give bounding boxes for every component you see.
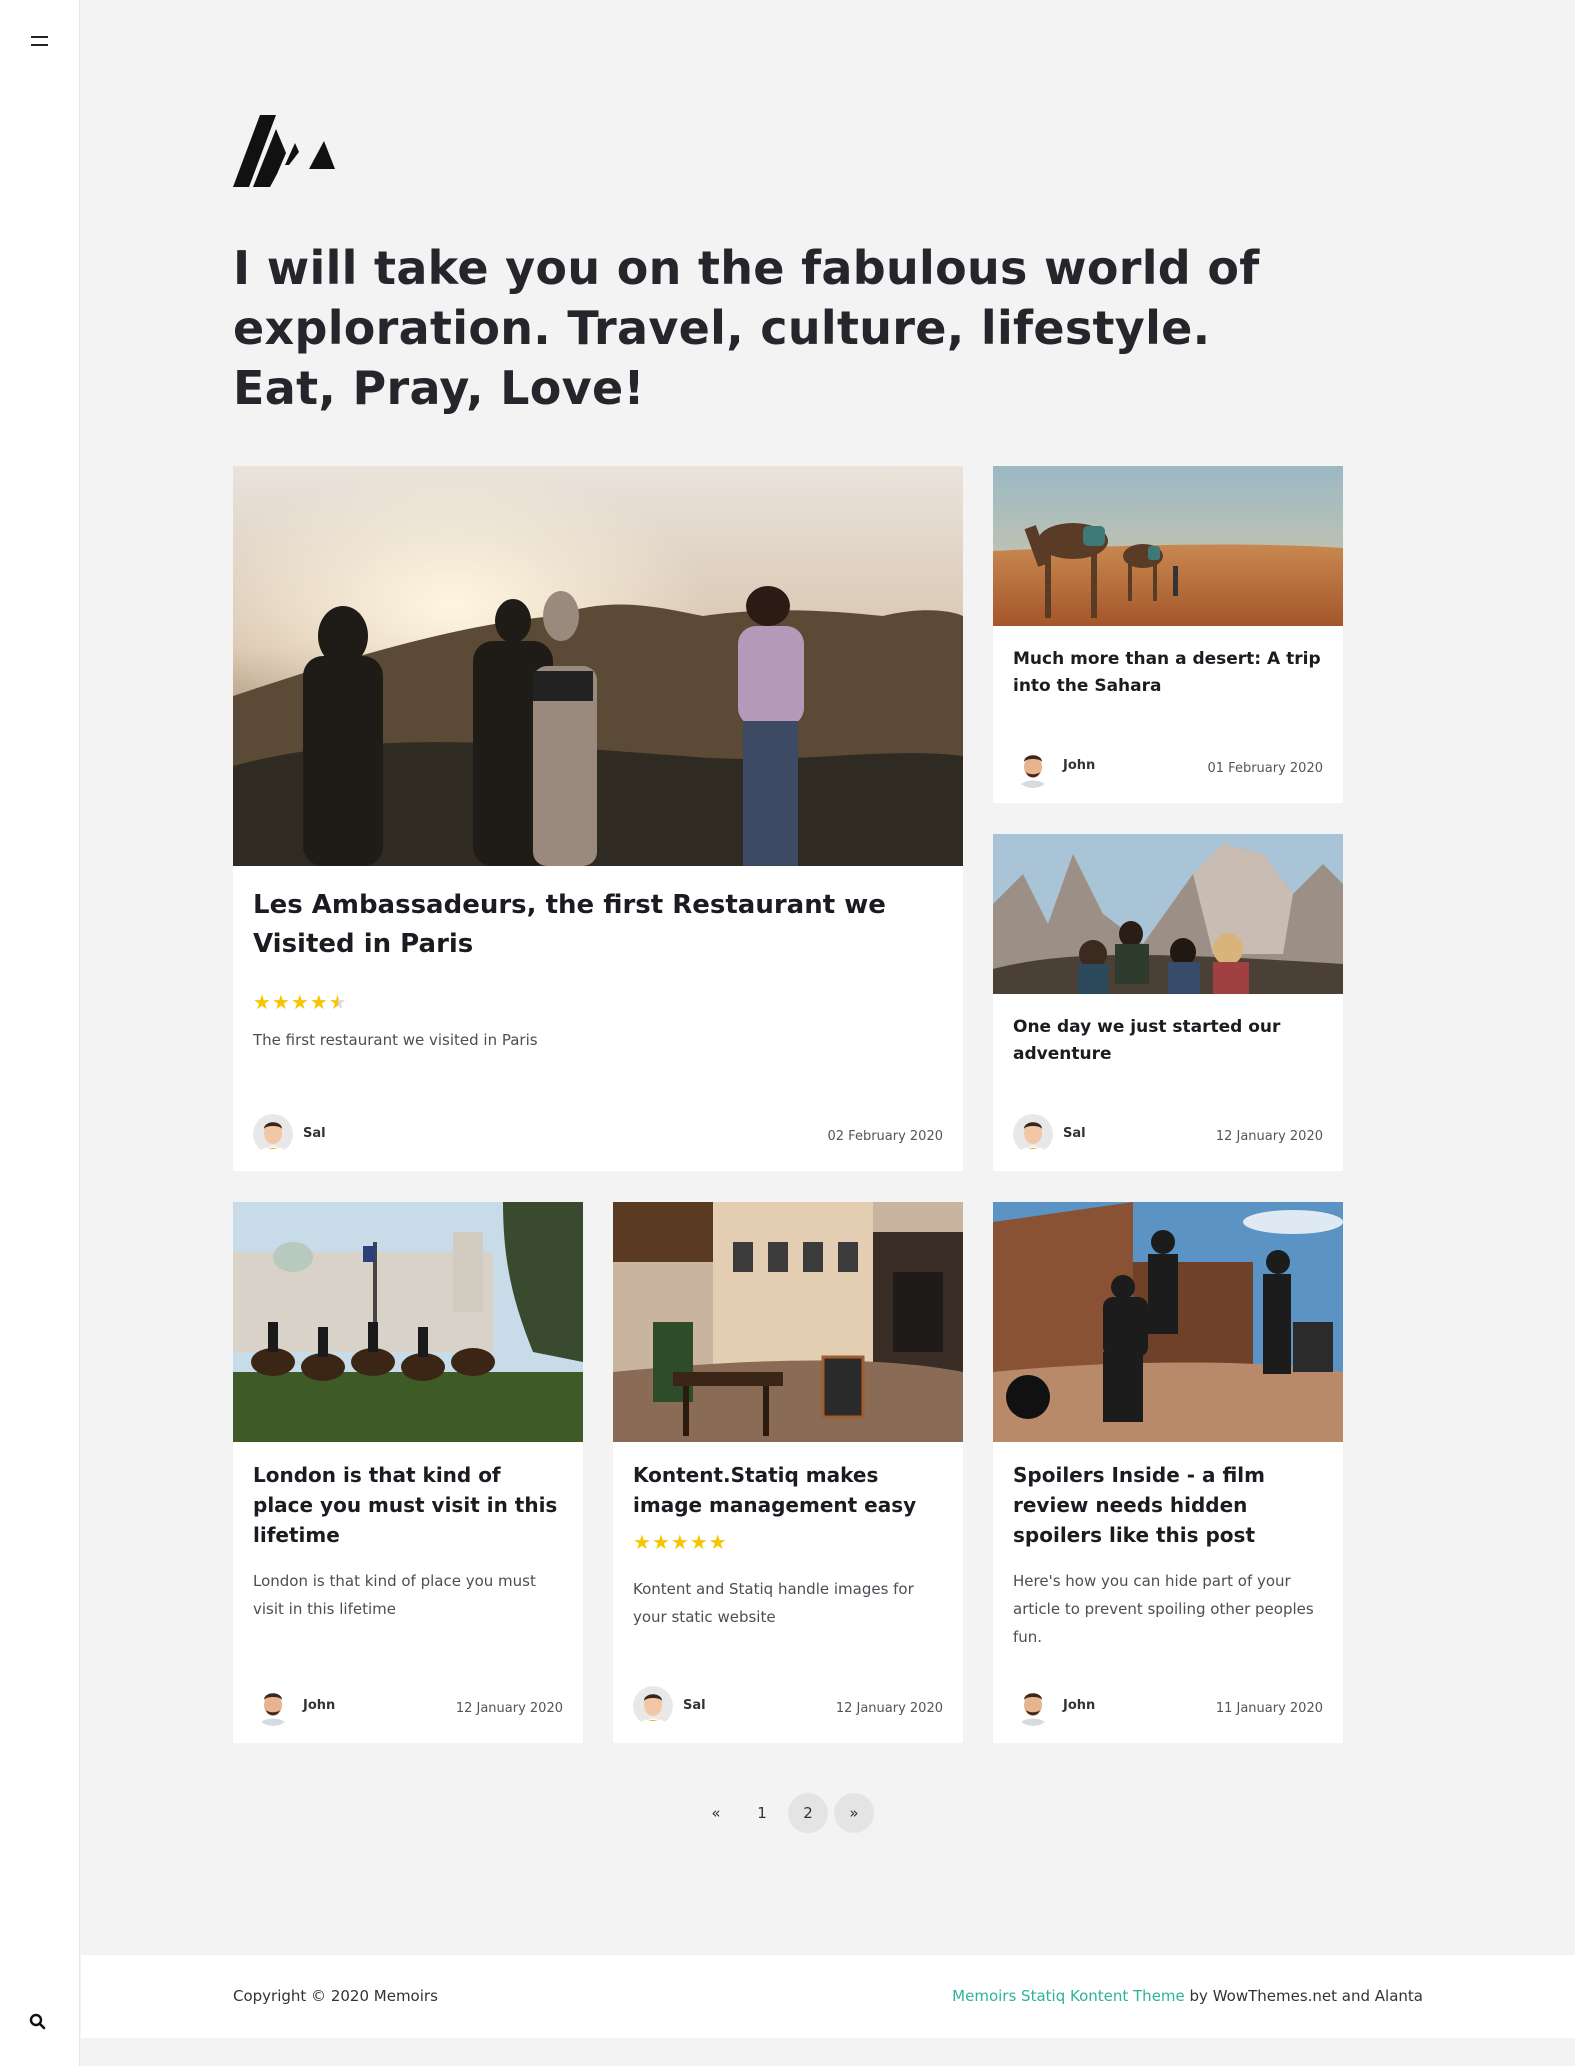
credits-text: by WowThemes.net and Alanta bbox=[1184, 1987, 1423, 2005]
post-image[interactable] bbox=[993, 834, 1343, 994]
post-image[interactable] bbox=[993, 1202, 1343, 1442]
post-excerpt: Here's how you can hide part of your art… bbox=[1013, 1572, 1314, 1646]
rating-stars: ★ ★ ★ ★ ★ bbox=[633, 1532, 727, 1552]
theme-link[interactable]: Memoirs Statiq Kontent Theme bbox=[952, 1987, 1185, 2005]
search-icon[interactable] bbox=[28, 2012, 48, 2032]
pagination-prev[interactable]: « bbox=[696, 1793, 736, 1833]
post-image[interactable] bbox=[613, 1202, 963, 1442]
post-excerpt: The first restaurant we visited in Paris bbox=[253, 1031, 538, 1049]
author-avatar bbox=[1013, 1686, 1053, 1726]
pagination-page-2[interactable]: 2 bbox=[788, 1793, 828, 1833]
star-icon: ★ bbox=[290, 990, 309, 1014]
post-date: 01 February 2020 bbox=[1207, 761, 1324, 776]
menu-line bbox=[31, 36, 48, 38]
post-date: 12 January 2020 bbox=[1215, 1129, 1323, 1144]
author-name[interactable]: Sal bbox=[1063, 1126, 1086, 1141]
author-name[interactable]: Sal bbox=[683, 1698, 706, 1713]
star-icon: ★ bbox=[633, 1530, 651, 1554]
rating-stars: ★ ★ ★ ★ ★ bbox=[253, 992, 347, 1012]
post-title[interactable]: Les Ambassadeurs, the first Restaurant w… bbox=[253, 886, 943, 964]
author-avatar bbox=[1013, 748, 1053, 788]
post-card[interactable]: One day we just started our adventure Sa… bbox=[993, 834, 1343, 1171]
hamburger-menu-icon[interactable] bbox=[29, 30, 51, 52]
post-card[interactable]: London is that kind of place you must vi… bbox=[233, 1202, 583, 1743]
post-card[interactable]: Much more than a desert: A trip into the… bbox=[993, 466, 1343, 803]
star-icon: ★ bbox=[689, 1530, 708, 1554]
post-card-featured[interactable]: Les Ambassadeurs, the first Restaurant w… bbox=[233, 466, 963, 1171]
post-title[interactable]: Spoilers Inside - a film review needs hi… bbox=[1013, 1460, 1323, 1550]
star-icon: ★ bbox=[253, 990, 271, 1014]
post-title[interactable]: London is that kind of place you must vi… bbox=[253, 1460, 563, 1550]
star-half-icon: ★ bbox=[328, 990, 347, 1014]
post-card[interactable]: Spoilers Inside - a film review needs hi… bbox=[993, 1202, 1343, 1743]
post-date: 11 January 2020 bbox=[1215, 1701, 1323, 1716]
star-icon: ★ bbox=[670, 1530, 689, 1554]
author-avatar bbox=[1013, 1114, 1053, 1154]
author-name[interactable]: John bbox=[1063, 758, 1095, 773]
pagination: « 1 2 » bbox=[696, 1793, 874, 1833]
post-excerpt: Kontent and Statiq handle images for you… bbox=[633, 1580, 914, 1626]
post-excerpt: London is that kind of place you must vi… bbox=[253, 1572, 536, 1618]
post-date: 12 January 2020 bbox=[835, 1701, 943, 1716]
author-name[interactable]: Sal bbox=[303, 1126, 326, 1141]
author-name[interactable]: John bbox=[1063, 1698, 1095, 1713]
menu-line bbox=[31, 44, 48, 46]
author-avatar bbox=[253, 1686, 293, 1726]
post-title[interactable]: One day we just started our adventure bbox=[1013, 1014, 1323, 1068]
post-date: 02 February 2020 bbox=[827, 1129, 944, 1144]
post-image[interactable] bbox=[233, 1202, 583, 1442]
copyright-text: Copyright © 2020 Memoirs bbox=[233, 1987, 438, 2005]
site-logo[interactable] bbox=[233, 115, 335, 187]
author-avatar bbox=[633, 1686, 673, 1726]
post-image[interactable] bbox=[233, 466, 963, 866]
post-title[interactable]: Kontent.Statiq makes image management ea… bbox=[633, 1460, 943, 1520]
sidebar bbox=[0, 0, 80, 2066]
pagination-next[interactable]: » bbox=[834, 1793, 874, 1833]
post-image[interactable] bbox=[993, 466, 1343, 626]
page-title: I will take you on the fabulous world of… bbox=[233, 241, 1260, 415]
star-icon: ★ bbox=[708, 1530, 727, 1554]
post-date: 12 January 2020 bbox=[455, 1701, 563, 1716]
pagination-page-1[interactable]: 1 bbox=[742, 1793, 782, 1833]
post-card[interactable]: Kontent.Statiq makes image management ea… bbox=[613, 1202, 963, 1743]
post-title[interactable]: Much more than a desert: A trip into the… bbox=[1013, 646, 1323, 700]
footer-credits: Memoirs Statiq Kontent Theme by WowTheme… bbox=[952, 1987, 1423, 2005]
author-name[interactable]: John bbox=[303, 1698, 335, 1713]
site-footer: Copyright © 2020 Memoirs Memoirs Statiq … bbox=[81, 1955, 1575, 2038]
star-icon: ★ bbox=[309, 990, 328, 1014]
author-avatar bbox=[253, 1114, 293, 1154]
star-icon: ★ bbox=[651, 1530, 670, 1554]
star-icon: ★ bbox=[271, 990, 290, 1014]
